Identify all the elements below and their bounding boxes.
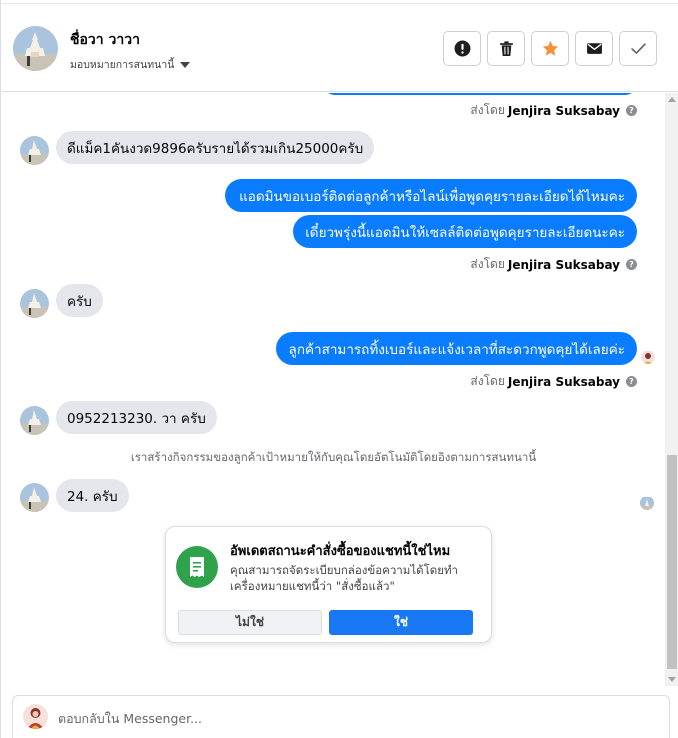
inbox-conversation-panel: ชื่อวา วาวา มอบหมายการสนทนานี้ ส่งโดย Je…: [0, 0, 678, 738]
assign-conversation-dropdown[interactable]: มอบหมายการสนทนานี้: [70, 56, 191, 73]
card-title: อัพเดตสถานะคำสั่งซื้อของแชทนี้ใช่ไหม: [230, 544, 451, 559]
message-bubble-outgoing: ลูกค้าสามารถทิ้งเบอร์และแจ้งเวลาที่สะดวก…: [276, 332, 637, 365]
checkmark-icon: [630, 43, 646, 54]
message-bubble-incoming: 0952213230. วา ครับ: [56, 401, 217, 434]
question-circle-icon[interactable]: ?: [626, 105, 637, 116]
sent-by-label: ส่งโดย Jenjira Suksabay ?: [470, 255, 637, 274]
message-bubble-outgoing: เดี๋ยวพรุ่งนี้แอดมินให้เซลล์ติดต่อพูดคุย…: [293, 215, 637, 248]
message-bubble-incoming: ดีแม็ค1คันงวด9896ครับรายได้รวมเกิน25000ค…: [56, 131, 375, 164]
envelope-icon: [586, 43, 602, 54]
seen-by-avatar: [640, 496, 654, 510]
receipt-icon: [176, 546, 218, 588]
sent-by-label: ส่งโดย Jenjira Suksabay ?: [470, 372, 637, 391]
contact-avatar: [20, 406, 49, 435]
reply-input[interactable]: [58, 708, 638, 728]
contact-avatar: [20, 136, 49, 165]
message-bubble-incoming: 24. ครับ: [56, 479, 129, 512]
order-status-card: อัพเดตสถานะคำสั่งซื้อของแชทนี้ใช่ไหม คุณ…: [165, 526, 492, 643]
system-note: เราสร้างกิจกรรมของลูกค้าเป้าหมายให้กับคุ…: [130, 450, 537, 464]
contact-avatar: [20, 483, 49, 512]
agent-name: Jenjira Suksabay: [507, 103, 620, 118]
yes-button[interactable]: ใช่: [329, 610, 473, 635]
message-bubble-outgoing-partial: [323, 93, 637, 95]
agent-name: Jenjira Suksabay: [507, 257, 620, 272]
mark-spam-button[interactable]: [443, 31, 481, 66]
seen-by-avatar: [641, 350, 655, 364]
reply-composer: [12, 695, 670, 738]
mark-unread-button[interactable]: [575, 31, 613, 66]
sent-by-label: ส่งโดย Jenjira Suksabay ?: [470, 101, 637, 120]
exclamation-circle-icon: [454, 40, 470, 57]
caret-down-icon: [180, 61, 191, 68]
scrollbar-thumb[interactable]: [667, 455, 677, 669]
card-description: คุณสามารถจัดระเบียบกล่องข้อความได้โดยทำเ…: [230, 563, 459, 593]
scroll-down-arrow-icon[interactable]: [668, 677, 676, 682]
question-circle-icon[interactable]: ?: [626, 259, 637, 270]
message-bubble-outgoing: แอดมินขอเบอร์ติดต่อลูกค้าหรือไลน์เพื่อพู…: [225, 179, 637, 212]
delete-button[interactable]: [487, 31, 525, 66]
scroll-up-arrow-icon[interactable]: [668, 97, 676, 102]
conversation-actions: [443, 31, 657, 66]
agent-name: Jenjira Suksabay: [507, 374, 620, 389]
contact-name: ชื่อวา วาวา: [70, 32, 140, 48]
trash-icon: [499, 41, 513, 56]
star-button[interactable]: [531, 31, 569, 66]
contact-avatar[interactable]: [13, 26, 58, 71]
agent-avatar: [23, 704, 48, 729]
chat-scrollbar[interactable]: [665, 93, 678, 686]
assign-label: มอบหมายการสนทนานี้: [70, 59, 175, 71]
no-button[interactable]: ไม่ใช่: [178, 610, 322, 635]
message-bubble-incoming: ครับ: [56, 284, 103, 317]
conversation-header: ชื่อวา วาวา มอบหมายการสนทนานี้: [2, 3, 678, 92]
mark-done-button[interactable]: [619, 31, 657, 66]
question-circle-icon[interactable]: ?: [626, 376, 637, 387]
message-thread[interactable]: ส่งโดย Jenjira Suksabay ? ดีแม็ค1คันงวด9…: [2, 93, 665, 686]
contact-avatar: [20, 289, 49, 318]
star-icon: [542, 40, 558, 56]
